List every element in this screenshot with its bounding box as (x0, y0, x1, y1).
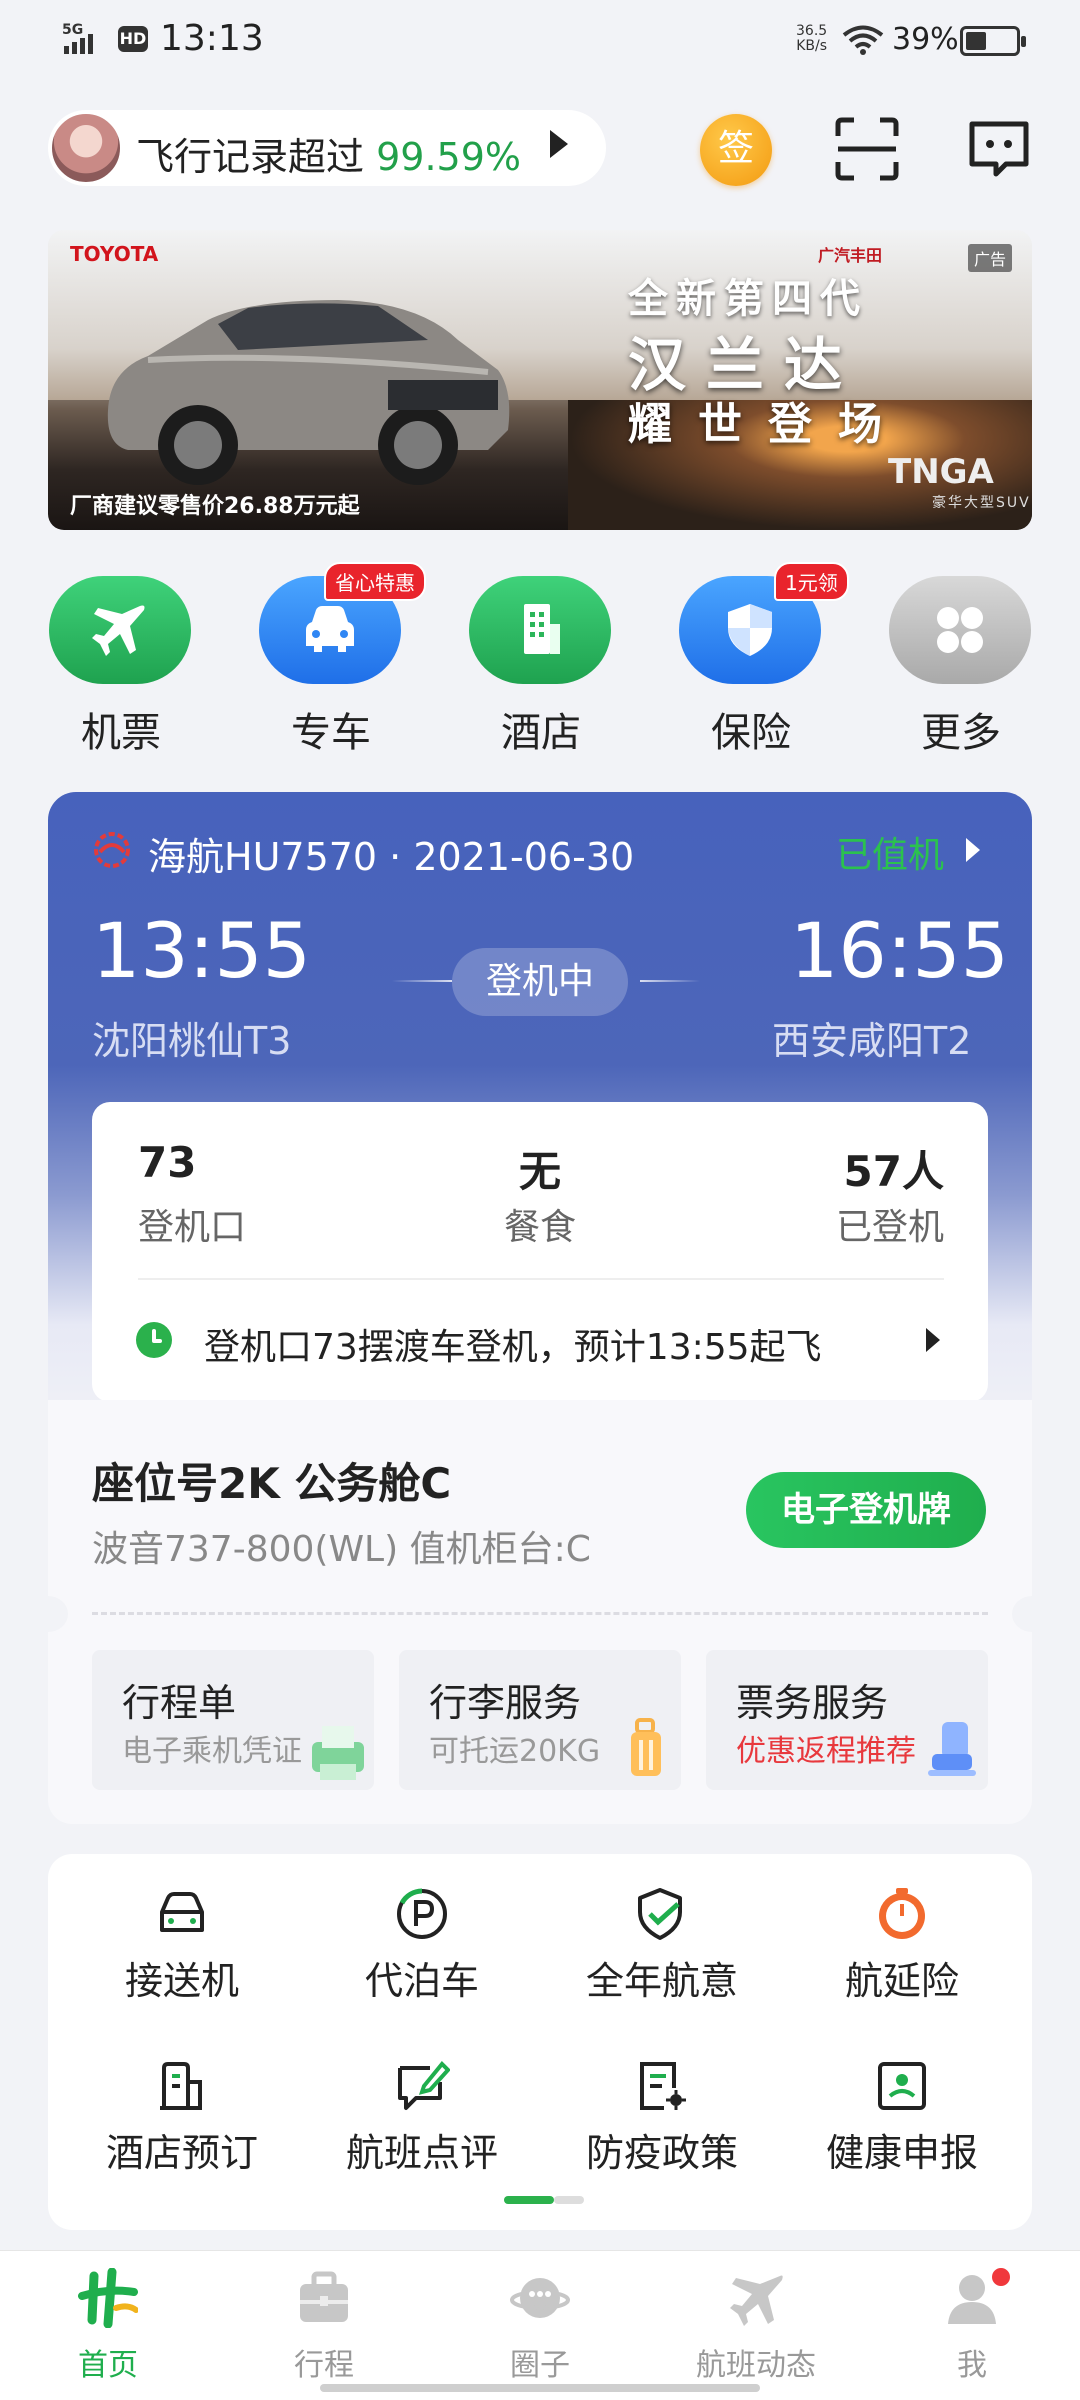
promo-badge: 省心特惠 (324, 562, 426, 601)
home-indicator[interactable] (320, 2384, 760, 2392)
quick-pickup[interactable]: 接送机 (72, 1886, 292, 2016)
route-line-right (640, 980, 700, 982)
nav-home[interactable]: 首页 (0, 2268, 216, 2388)
more-grid-icon (889, 576, 1031, 684)
message-icon[interactable] (966, 118, 1032, 180)
aircraft-info: 波音737-800(WL) 值机柜台:C (92, 1529, 591, 1570)
arrival-airport: 西安咸阳T2 (772, 1019, 972, 1063)
planet-icon (510, 2278, 570, 2318)
quick-valet-parking[interactable]: 代泊车 (312, 1886, 532, 2016)
parking-icon (397, 1888, 447, 1939)
quick-epidemic-policy[interactable]: 防疫政策 (552, 2058, 772, 2188)
hotel-outline-icon (160, 2062, 202, 2110)
service-ticketing[interactable]: 票务服务 优惠返程推荐 (706, 1650, 988, 1790)
chevron-right-icon (966, 838, 980, 862)
banner-price: 厂商建议零售价26.88万元起 (70, 494, 360, 519)
dashed-divider (92, 1612, 988, 1615)
notification-dot (990, 2266, 1012, 2288)
quick-health-declaration[interactable]: 健康申报 (792, 2058, 1012, 2188)
battery-icon (960, 26, 1026, 56)
departure-airport: 沈阳桃仙T3 (92, 1019, 292, 1063)
signal-icon: 5G (62, 22, 110, 54)
nav-me[interactable]: 我 (864, 2268, 1080, 2388)
main-icon-more[interactable]: 更多 (886, 576, 1036, 756)
avatar[interactable] (50, 112, 122, 184)
svg-text:5G: 5G (62, 22, 83, 38)
flight-title: 海航HU7570 · 2021-06-30 (148, 835, 635, 879)
quick-delay-insurance[interactable]: 航延险 (792, 1886, 1012, 2016)
shield-check-icon (638, 1888, 682, 1940)
seat-title: 座位号2K 公务舱C (92, 1459, 452, 1508)
nav-trips[interactable]: 行程 (216, 2268, 432, 2388)
nav-flight-status[interactable]: 航班动态 (648, 2268, 864, 2388)
banner-headline-3: 耀世登场 (628, 399, 908, 450)
ticket-notch-right (1012, 1596, 1052, 1632)
page-indicator (554, 2196, 584, 2204)
arrival-time: 16:55 (790, 906, 1010, 995)
main-icon-flight[interactable]: 机票 (46, 576, 196, 756)
car-image (107, 300, 510, 485)
gac-logo: 广汽丰田 (818, 246, 883, 265)
main-icon-hotel[interactable]: 酒店 (466, 576, 616, 756)
wifi-icon (842, 24, 884, 60)
quick-annual-insurance[interactable]: 全年航意 (552, 1886, 772, 2016)
meal-label: 餐食 (503, 1207, 576, 1248)
hotel-icon (469, 576, 611, 684)
boarded-label: 已登机 (835, 1207, 944, 1248)
promo-badge: 1元领 (774, 562, 849, 601)
battery-percent: 39% (892, 22, 959, 57)
stopwatch-icon (879, 1888, 925, 1939)
play-arrow-icon (550, 130, 568, 158)
nav-circle[interactable]: 圈子 (432, 2268, 648, 2388)
plane-icon (730, 2275, 783, 2326)
flight-record-percent: 99.59% (376, 135, 522, 179)
status-time: 13:13 (160, 18, 264, 59)
quick-flight-review[interactable]: 航班点评 (312, 2058, 532, 2188)
status-bar: 5G HD 13:13 36.5 KB/s 39% (0, 0, 1080, 80)
meal-value: 无 (518, 1147, 561, 1196)
flight-record-text: 飞行记录超过 99.59% (136, 135, 522, 179)
clock-icon (136, 1322, 172, 1358)
home-logo-icon (78, 2268, 138, 2328)
checkin-status[interactable]: 已值机 (836, 826, 944, 878)
service-itinerary[interactable]: 行程单 电子乘机凭证 (92, 1650, 374, 1790)
scan-icon[interactable] (834, 116, 900, 182)
gate-label: 登机口 (138, 1207, 247, 1248)
quick-hotel-booking[interactable]: 酒店预订 (72, 2058, 292, 2188)
ticket-notch-left (28, 1596, 68, 1632)
chevron-right-icon (926, 1328, 940, 1352)
hainan-airlines-icon (92, 830, 132, 870)
page-indicator-active (504, 2196, 554, 2204)
main-icon-insurance[interactable]: 保险 1元领 (676, 562, 849, 756)
seat-icon (928, 1722, 976, 1776)
printer-icon (312, 1726, 364, 1780)
suitcase-icon (300, 2271, 348, 2322)
boarding-notice[interactable]: 登机口73摆渡车登机，预计13:55起飞 (204, 1318, 822, 1370)
boarding-pass-button[interactable]: 电子登机牌 (746, 1472, 986, 1548)
gate-value: 73 (138, 1138, 197, 1187)
network-speed: 36.5 KB/s (796, 23, 828, 54)
banner-headline-1: 全新第四代 (628, 276, 868, 322)
service-baggage[interactable]: 行李服务 可托运20KG (399, 1650, 681, 1790)
ad-tag: 广告 (968, 244, 1013, 272)
ad-banner[interactable]: TOYOTA 广汽丰田 广告 全新第四代 汉兰达 耀世登场 厂商建议零售价26.… (48, 230, 1032, 530)
comment-edit-icon (398, 2061, 450, 2110)
tnga-logo: TNGA (888, 452, 994, 492)
hd-icon: HD (118, 26, 148, 52)
boarded-value: 57人 (843, 1147, 944, 1196)
health-card-icon (878, 2062, 926, 2110)
route-line-left (392, 980, 452, 982)
banner-suv-text: 豪华大型SUV (932, 495, 1031, 511)
boarding-status-badge: 登机中 (452, 948, 628, 1016)
luggage-icon (631, 1718, 661, 1776)
flight-icon (49, 576, 191, 684)
policy-doc-icon (640, 2062, 686, 2110)
main-icon-car[interactable]: 专车 省心特惠 (256, 562, 426, 756)
sign-in-button[interactable]: 签 (700, 114, 772, 186)
divider (138, 1278, 944, 1280)
departure-time: 13:55 (92, 906, 312, 995)
toyota-logo: TOYOTA (70, 242, 159, 266)
car-outline-icon (160, 1892, 204, 1932)
